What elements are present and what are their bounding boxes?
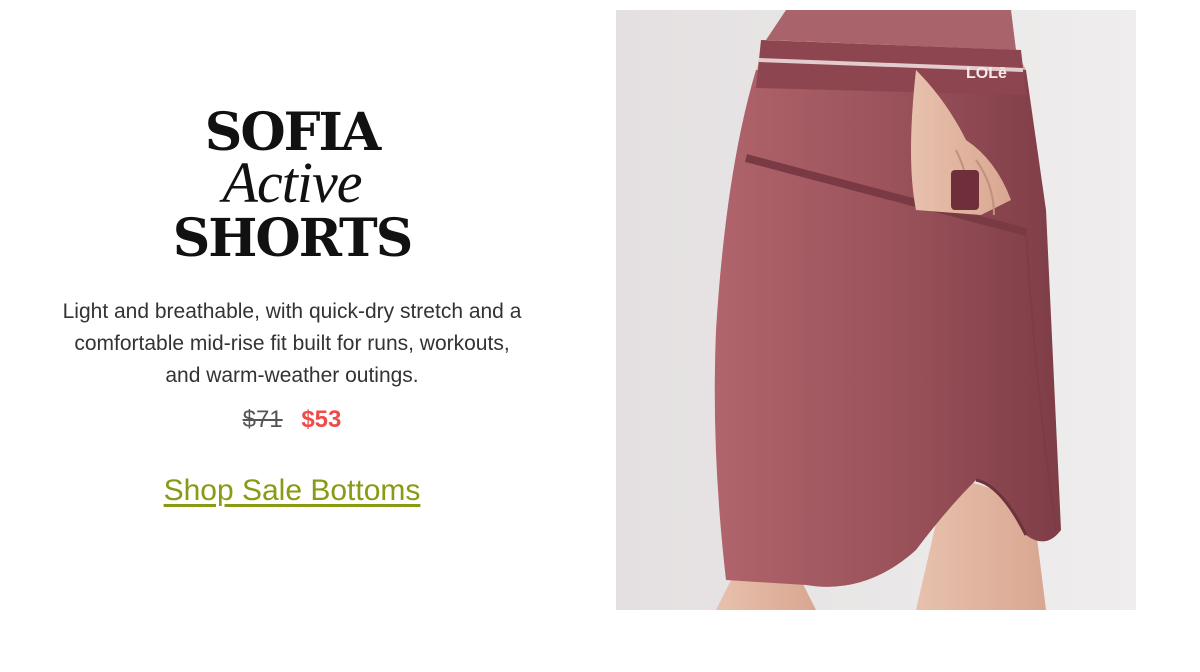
product-title-line2: Active — [222, 150, 363, 215]
cta-container: Shop Sale Bottoms — [0, 474, 584, 508]
product-info-panel: SOFIA Active SHORTS Light and breathable… — [0, 0, 584, 672]
product-photo[interactable]: LOLē — [616, 10, 1136, 610]
sale-price: $53 — [301, 406, 342, 433]
waistband-logo: LOLē — [966, 65, 1007, 82]
shop-sale-bottoms-link[interactable]: Shop Sale Bottoms — [164, 474, 421, 507]
product-title-line3: SHORTS — [172, 208, 414, 269]
original-price: $71 — [242, 406, 283, 433]
price-row: $71 $53 — [0, 406, 584, 434]
shorts-illustration: LOLē — [616, 10, 1136, 610]
product-description: Light and breathable, with quick-dry str… — [62, 300, 522, 387]
